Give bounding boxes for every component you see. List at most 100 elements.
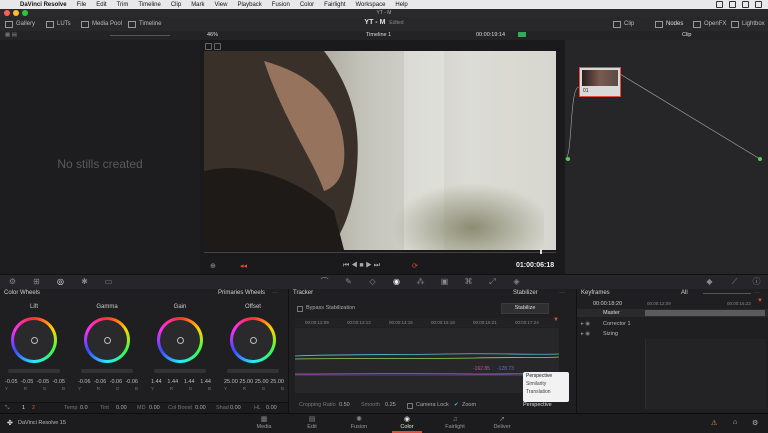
keyframes-zoom-slider[interactable] [703,293,751,294]
menu-playback[interactable]: Playback [237,2,261,8]
stabilize-mode-select[interactable]: Perspective [523,402,552,408]
scopes-icon[interactable] [518,32,526,37]
bypass-checkbox[interactable] [297,306,303,312]
3d-icon[interactable]: ◈ [512,278,521,286]
offset-value-g[interactable]: 25.00 [255,379,269,385]
lift-value-y[interactable]: -0.05 [5,379,18,385]
scopes-toggle-icon[interactable]: ⟋ [730,278,739,286]
page-edit-button[interactable]: ▤ Edit [297,416,327,430]
tracker-mode-select[interactable]: Stabilizer [513,289,538,298]
lift-value-r[interactable]: -0.05 [21,379,34,385]
menu-view[interactable]: View [215,2,228,8]
offset-wheel[interactable] [230,317,276,363]
dropdown-option-similarity[interactable]: Similarity [523,380,569,388]
transform-icon[interactable]: ⊕ [210,262,216,270]
wifi-icon[interactable] [729,1,736,8]
menu-trim[interactable]: Trim [117,2,129,8]
gain-value-y[interactable]: 1.44 [151,379,162,385]
keyframe-toggle-icon[interactable]: ◆ [705,278,714,286]
master-track-bar[interactable] [645,310,765,316]
hl-value[interactable]: 0.00 [266,405,277,411]
gain-value-b[interactable]: 1.44 [200,379,211,385]
page-1-button[interactable]: 1 [22,405,25,411]
auto-balance-icon[interactable]: ⤡ [5,405,9,412]
offset-master-slider[interactable] [227,369,279,373]
offset-values[interactable]: 25.00 25.00 25.00 25.00 [224,379,284,385]
viewer-timecode[interactable]: 00:00:19:14 [476,32,505,38]
page-deliver-button[interactable]: ➚ Deliver [487,416,517,430]
wheels-mode-select[interactable]: Primaries Wheels [218,289,265,298]
magic-mask-icon[interactable]: ⁂ [416,278,425,286]
zoom-checkbox[interactable]: ✔ [454,402,459,408]
menu-workspace[interactable]: Workspace [356,2,386,8]
qualifier-icon[interactable]: ✎ [344,278,353,286]
clip-button[interactable]: Clip [613,19,634,29]
clip-mode[interactable]: Clip [682,32,691,38]
tracker-icon[interactable]: ◉ [392,278,401,286]
keyframes-options-icon[interactable]: ··· [754,289,760,298]
gamma-value-b[interactable]: -0.06 [125,379,138,385]
gain-value-g[interactable]: 1.44 [184,379,195,385]
smooth-value[interactable]: 0.25 [385,402,396,408]
home-icon[interactable]: ⌂ [733,419,737,426]
lift-values[interactable]: -0.05 -0.05 -0.05 -0.05 [5,379,65,385]
keyframe-row-master[interactable]: Master [577,309,768,317]
menu-help[interactable]: Help [395,2,407,8]
lift-master-slider[interactable] [8,369,60,373]
gain-wheel[interactable] [157,317,203,363]
gallery-view-icon[interactable]: ▦ ▤ [5,32,17,38]
menu-file[interactable]: File [77,2,87,8]
menu-app[interactable]: DaVinci Resolve [20,2,67,8]
openfx-button[interactable]: OpenFX [693,19,726,29]
viewer-tools[interactable] [205,43,255,50]
menu-fusion[interactable]: Fusion [272,2,290,8]
page-color-button[interactable]: ◉ Color [392,416,422,430]
temp-value[interactable]: 0.0 [80,405,88,411]
viewer-split-icon[interactable] [213,43,221,50]
gamma-value-g[interactable]: -0.06 [110,379,123,385]
keyframe-row-corrector[interactable]: ▸ ◉ Corrector 1 [577,320,768,328]
audio-icon[interactable]: ◂◂ [240,262,247,270]
info-icon[interactable]: ⓘ [752,278,761,286]
camera-lock-checkbox[interactable] [407,403,413,409]
settings-gear-icon[interactable]: ⚙ [752,419,758,427]
transport-controls[interactable]: ⏮ ◀ ■ ▶ ⏭ [343,262,380,270]
colboost-value[interactable]: 0.00 [195,405,206,411]
key-icon[interactable]: ⌘ [464,278,473,286]
color-match-icon[interactable]: ⊞ [32,278,41,286]
nodes-button[interactable]: Nodes [655,19,683,29]
viewer-mode-icon[interactable] [205,43,212,50]
motion-effects-icon[interactable]: ▭ [104,278,113,286]
offset-value-y[interactable]: 25.00 [224,379,238,385]
curves-icon[interactable]: ⌒ [320,278,329,286]
sizing-icon[interactable]: ⤢ [488,278,497,286]
rgb-mixer-icon[interactable]: ✱ [80,278,89,286]
gamma-value-r[interactable]: -0.06 [94,379,107,385]
stabilize-mode-dropdown[interactable]: Perspective Similarity Translation [523,372,569,402]
page-2-button[interactable]: 2 [32,405,35,411]
menu-edit[interactable]: Edit [96,2,106,8]
node-01[interactable]: 01 [579,67,621,97]
keyframes-filter[interactable]: All [681,289,688,298]
menu-list-icon[interactable] [755,1,762,8]
menu-timeline[interactable]: Timeline [138,2,160,8]
lift-value-b[interactable]: -0.05 [52,379,65,385]
gamma-values[interactable]: -0.06 -0.06 -0.06 -0.06 [78,379,138,385]
tracker-ruler[interactable]: 00:00:12:09 00:00:13:12 00:00:14:15 00:0… [295,318,559,327]
lift-wheel[interactable] [11,317,57,363]
dropdown-option-translation[interactable]: Translation [523,388,569,396]
viewer-scrubber[interactable] [204,252,556,253]
menu-mark[interactable]: Mark [191,2,204,8]
gamma-wheel[interactable] [84,317,130,363]
minimize-icon[interactable] [13,10,19,16]
gain-master-slider[interactable] [154,369,206,373]
keyframe-playhead-icon[interactable]: ▼ [757,298,763,304]
menu-clip[interactable]: Clip [171,2,181,8]
gallery-zoom-slider[interactable] [110,35,170,36]
gamma-value-y[interactable]: -0.06 [78,379,91,385]
scrubber-playhead[interactable] [540,249,542,254]
blur-icon[interactable]: ▣ [440,278,449,286]
tracker-options-icon[interactable]: ··· [559,289,565,298]
menu-fairlight[interactable]: Fairlight [324,2,345,8]
video-frame[interactable] [204,51,556,250]
